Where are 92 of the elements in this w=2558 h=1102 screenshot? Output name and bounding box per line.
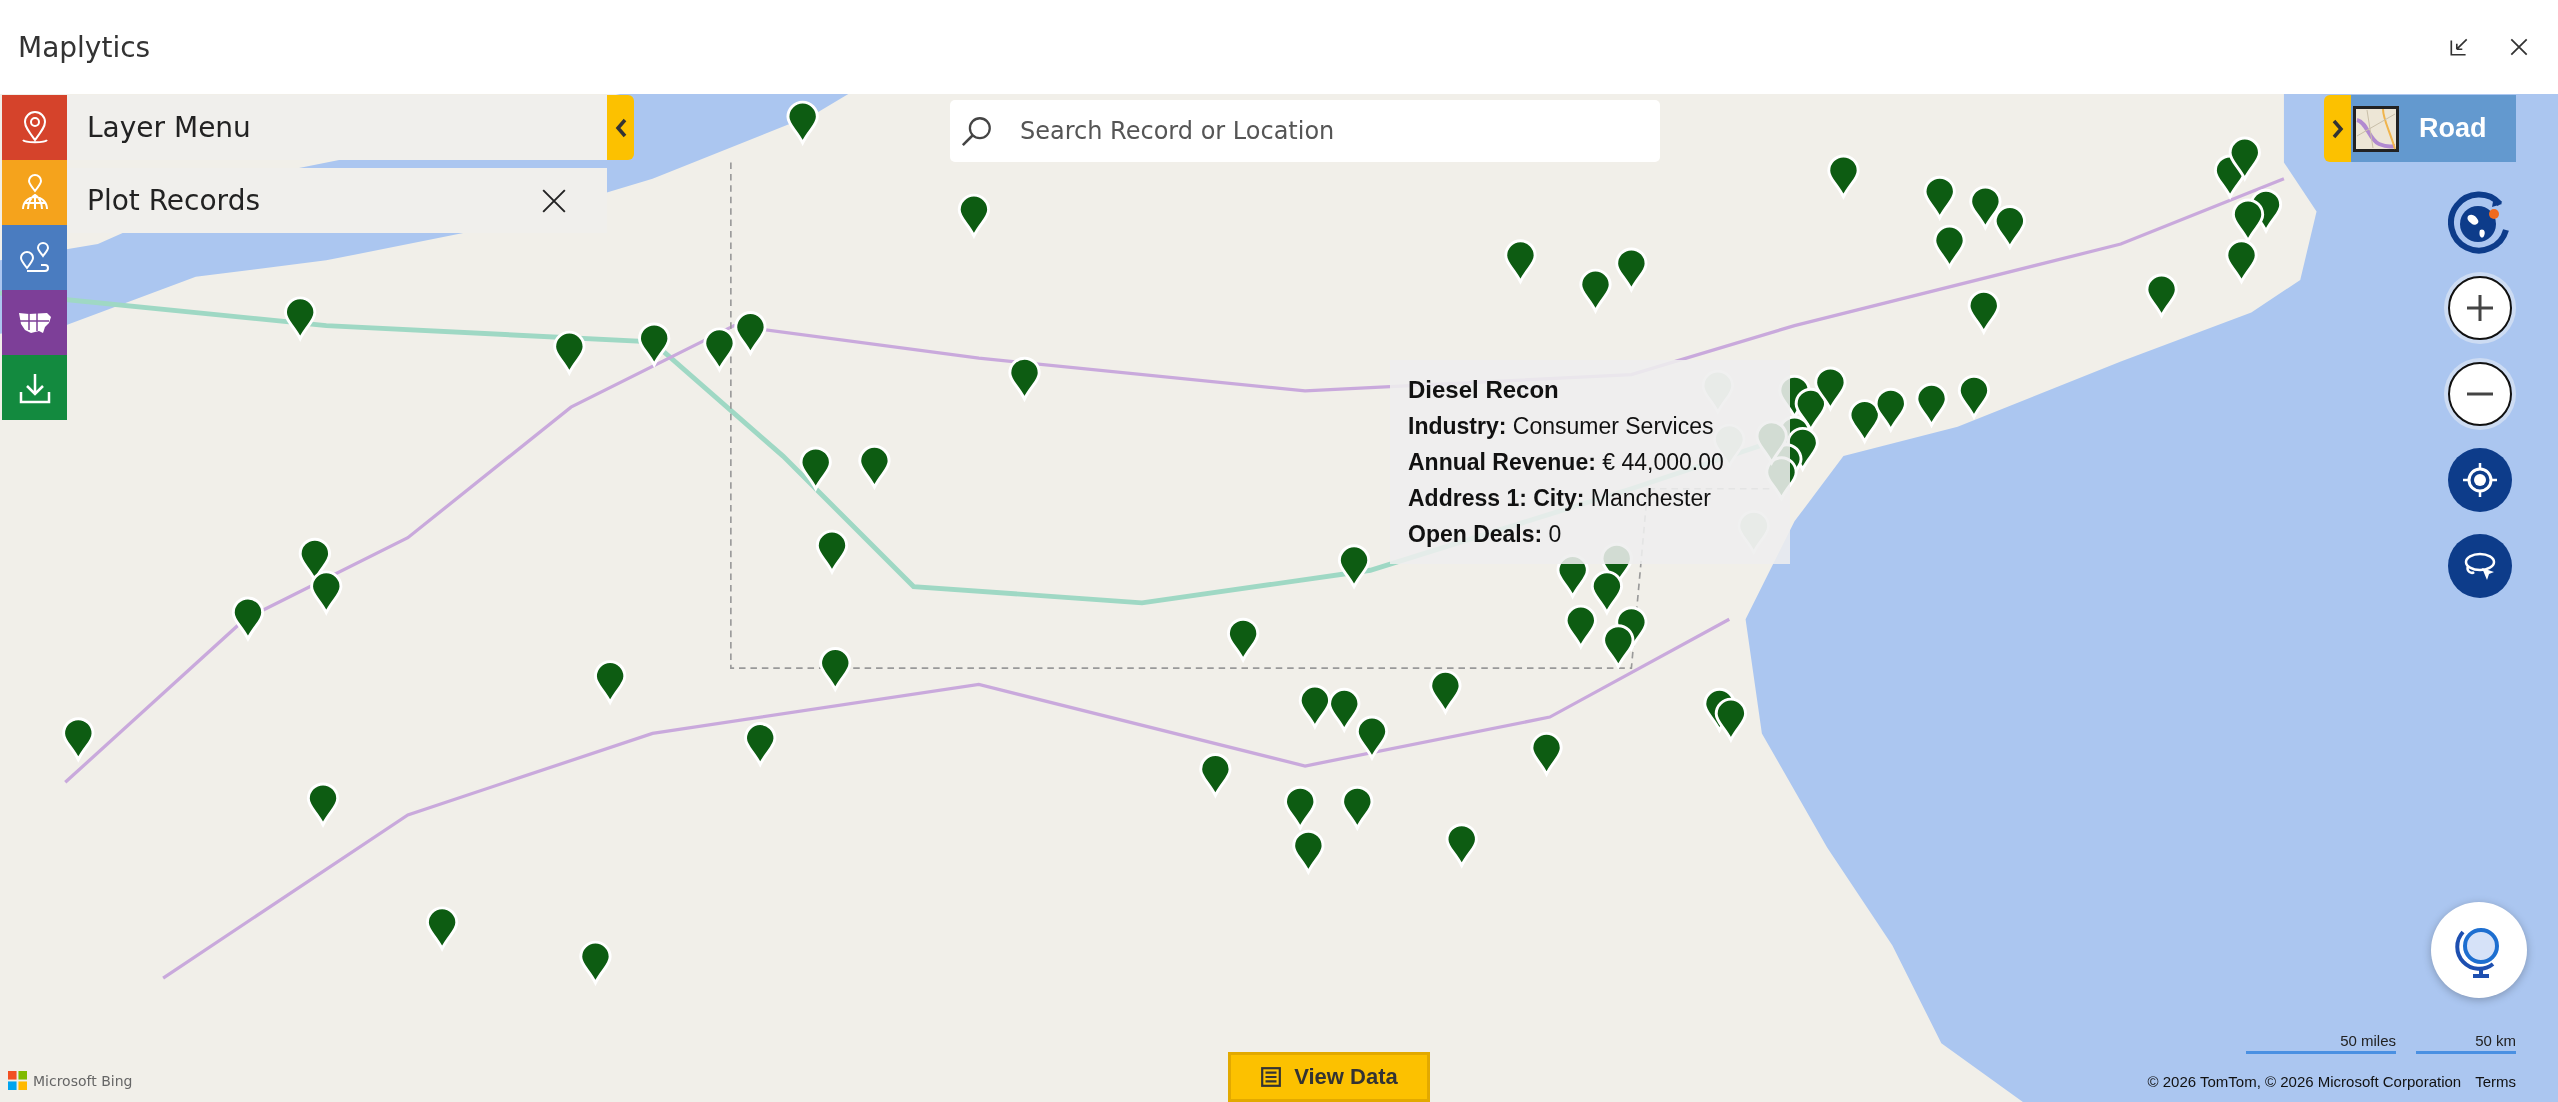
map-pin[interactable] [1957,374,1991,419]
minus-icon [2465,392,2495,396]
tooltip-field: Open Deals: 0 [1408,516,1772,552]
map-pin[interactable] [1504,239,1537,284]
terms-link[interactable]: Terms [2475,1073,2516,1090]
side-menu-button[interactable] [2,290,67,355]
scale-bar: 50 km [2416,1032,2516,1054]
attribution-text: © 2026 TomTom, © 2026 Microsoft Corporation [2147,1073,2462,1090]
tooltip-field: Address 1: City: Manchester [1408,480,1772,516]
search-field[interactable]: Search Record or Location [950,100,1660,162]
restore-icon[interactable] [2448,36,2470,58]
side-menu-button[interactable] [2,95,67,160]
map-pin[interactable] [310,570,343,615]
tooltip-field: Annual Revenue: € 44,000.00 [1408,444,1772,480]
map-pin[interactable] [1445,823,1478,867]
map-pin[interactable] [1602,624,1635,668]
view-data-button[interactable]: View Data [1228,1052,1430,1102]
map-pin[interactable] [1284,785,1317,830]
map-pin[interactable] [425,906,459,951]
crosshair-icon [2460,460,2500,500]
map-pin[interactable] [306,782,340,827]
map-pin[interactable] [1199,753,1232,797]
map-pin[interactable] [1915,382,1948,427]
map-pin[interactable] [1564,604,1597,649]
map-pin[interactable] [1794,387,1827,432]
map-pin[interactable] [1967,289,2000,334]
map-pin[interactable] [1827,154,1860,199]
zoom-out-button[interactable] [2448,362,2512,426]
panel-title: Layer Menu [87,111,251,144]
map-pin[interactable] [1298,684,1332,729]
side-menu-button[interactable] [2,355,67,420]
map-pin[interactable] [1714,697,1748,742]
map-pin[interactable] [231,596,265,641]
search-icon [960,114,994,148]
list-icon [1260,1066,1283,1088]
plus-icon [2465,293,2495,323]
collapse-button[interactable] [607,95,634,160]
map-pin[interactable] [815,529,849,574]
map-pin[interactable] [2145,273,2178,318]
map-pin[interactable] [1874,387,1907,432]
map-pin[interactable] [1933,224,1966,269]
zoom-in-button[interactable] [2448,276,2512,340]
map-pin[interactable] [1993,205,2026,249]
map-pin[interactable] [703,327,736,372]
map-pin[interactable] [1530,731,1563,776]
map-pin[interactable] [1429,669,1462,714]
map-pin[interactable] [2228,136,2261,181]
map-pin[interactable] [734,311,767,355]
road-map-icon [2353,105,2399,152]
map-pin[interactable] [1848,399,1881,443]
map-pin[interactable] [957,193,991,238]
map-pin[interactable] [638,322,671,367]
map-pin[interactable] [1923,175,1956,220]
map-pin[interactable] [858,444,891,489]
map-pin[interactable] [1292,829,1325,874]
map-pin[interactable] [1328,687,1361,732]
map-pin[interactable] [2231,198,2265,243]
map-pin[interactable] [1341,785,1374,830]
scale-bar: 50 miles [2246,1032,2396,1054]
map-pin[interactable] [819,647,852,691]
squares-logo-icon [8,1071,27,1090]
globe-refresh-icon [2448,190,2512,254]
tooltip-title: Diesel Recon [1408,375,1560,405]
map-pin[interactable] [1226,617,1260,662]
map-pin[interactable] [1590,570,1624,615]
map-pin[interactable] [2225,239,2258,284]
expand-button[interactable] [2324,95,2351,162]
panel-title: Plot Records [87,184,260,217]
chevron-icon [2331,118,2344,139]
close-icon[interactable] [2508,36,2530,58]
map-pin[interactable] [1969,185,2002,230]
map-pin[interactable] [799,446,832,491]
map-pin[interactable] [1337,544,1371,589]
chevron-icon [614,117,627,138]
close-icon[interactable] [541,188,567,214]
map-pin[interactable] [284,296,317,341]
map-pin[interactable] [1008,356,1041,401]
map-pin[interactable] [1814,366,1847,411]
map-pin[interactable] [553,330,586,375]
tooltip-field: Industry: Consumer Services [1408,408,1772,444]
window-title: Maplytics [18,30,151,64]
map-pin[interactable] [744,722,777,766]
map-pin[interactable] [786,100,819,145]
map-pin[interactable] [1355,715,1389,760]
logo-text: Microsoft Bing [33,1072,133,1089]
map-pin[interactable] [1579,268,1612,313]
side-menu-button[interactable] [2,225,67,290]
map-pin[interactable] [1615,247,1648,292]
rotate-globe-button[interactable] [2448,190,2512,254]
map-pin[interactable] [594,660,627,704]
map-pin[interactable] [62,717,95,761]
map-pin[interactable] [579,940,612,985]
